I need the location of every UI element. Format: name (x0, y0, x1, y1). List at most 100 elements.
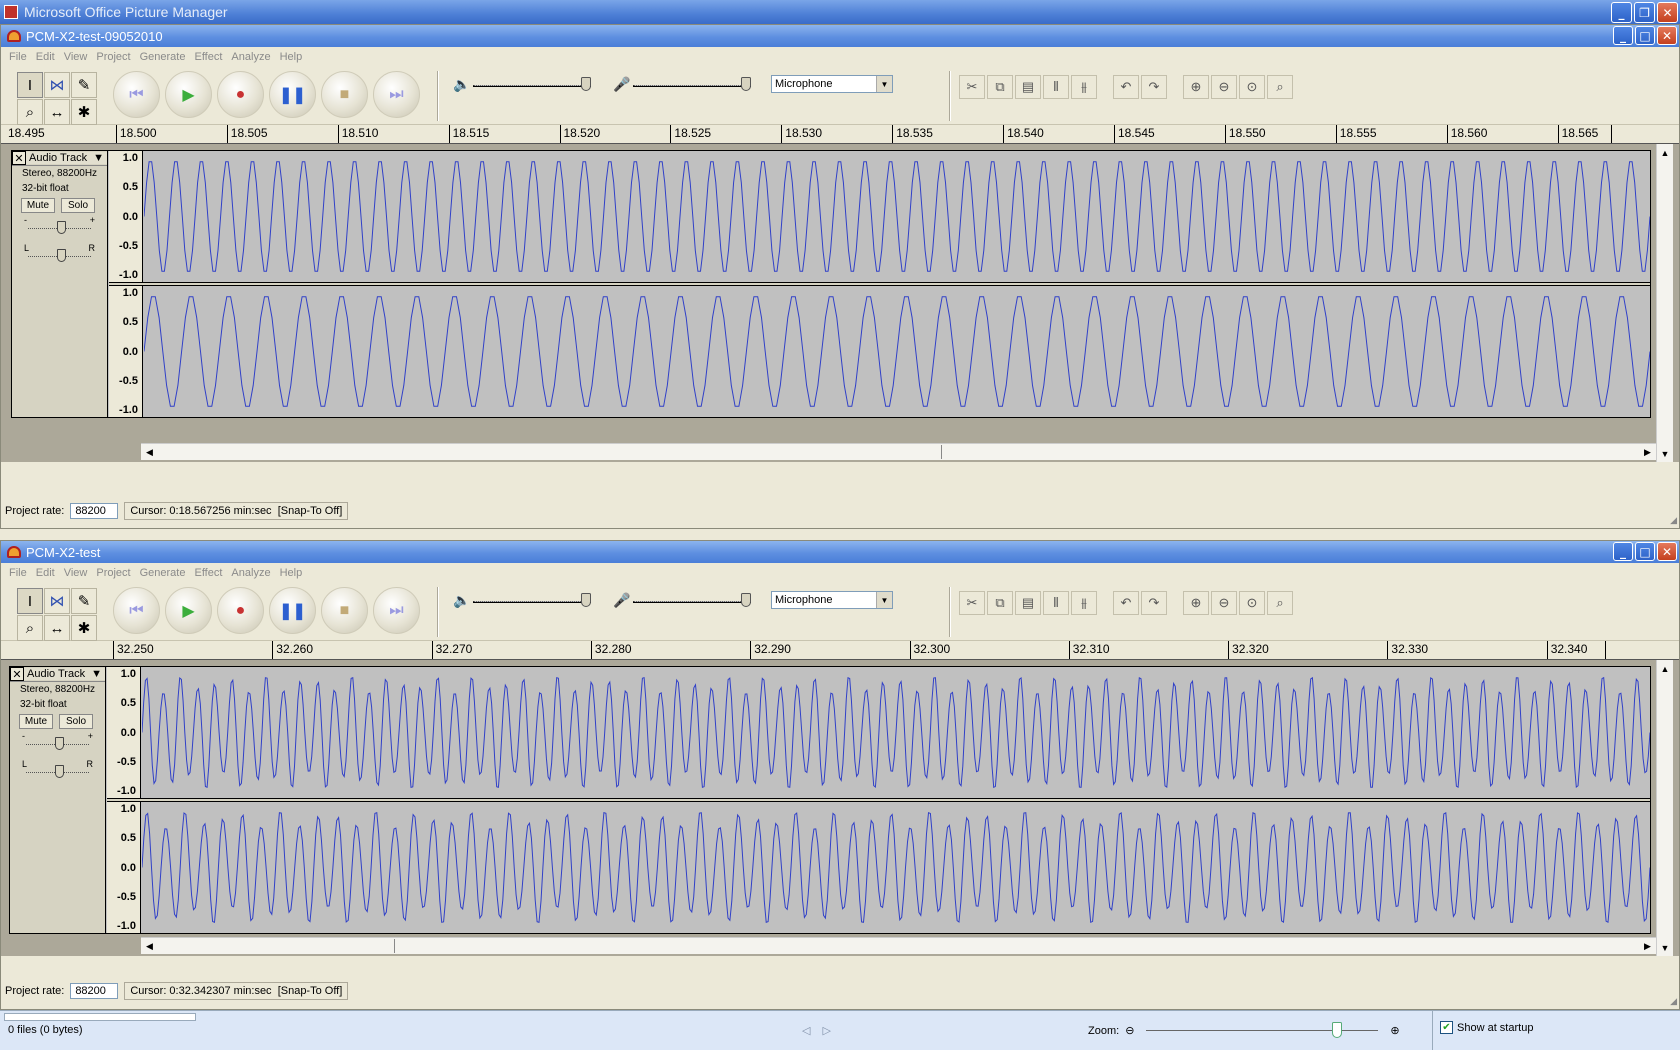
paste-icon[interactable]: ▤ (1015, 591, 1041, 615)
mute-button[interactable]: Mute (21, 198, 55, 213)
menu-project[interactable]: Project (96, 51, 130, 63)
input-volume-thumb[interactable] (741, 77, 751, 91)
multi-tool-icon[interactable]: ✱ (71, 615, 97, 641)
zoom-in-icon[interactable]: ⊕ (1390, 1024, 1399, 1037)
zoom-tool-icon[interactable]: ⌕ (17, 615, 43, 641)
close-button[interactable]: ✕ (1657, 26, 1677, 45)
timeline-ruler[interactable]: 18.495 18.500 18.505 18.510 18.515 18.520 18.5… (1, 125, 1679, 144)
menu-generate[interactable]: Generate (140, 51, 186, 63)
scroll-left-icon[interactable]: ◀ (141, 444, 158, 461)
pan-thumb[interactable] (55, 765, 64, 778)
undo-icon[interactable]: ↶ (1113, 75, 1139, 99)
pan-thumb[interactable] (57, 249, 66, 262)
zoom-tool-icon[interactable]: ⌕ (17, 99, 43, 125)
play-button[interactable]: ▶ (165, 587, 212, 634)
timeshift-tool-icon[interactable]: ↔ (44, 99, 70, 125)
silence-icon[interactable]: ⫵ (1071, 591, 1097, 615)
timeshift-tool-icon[interactable]: ↔ (44, 615, 70, 641)
envelope-tool-icon[interactable]: ⋈ (44, 72, 70, 98)
trim-icon[interactable]: ⫴ (1043, 591, 1069, 615)
gain-slider[interactable]: - + (24, 213, 95, 241)
scroll-left-icon[interactable]: ◀ (141, 938, 158, 955)
solo-button[interactable]: Solo (61, 198, 95, 213)
project-rate-input[interactable]: 88200 (70, 983, 119, 999)
horizontal-scrollbar[interactable]: ◀ ▶ (141, 937, 1656, 954)
output-volume-thumb[interactable] (581, 77, 591, 91)
input-volume-thumb[interactable] (741, 593, 751, 607)
resize-grip-icon[interactable]: ◢ (1670, 996, 1677, 1007)
resize-grip-icon[interactable]: ◢ (1670, 515, 1677, 526)
menu-analyze[interactable]: Analyze (231, 567, 270, 579)
menu-file[interactable]: File (9, 51, 27, 63)
skip-start-button[interactable]: ⏮ (113, 587, 160, 634)
selection-tool-icon[interactable]: I (17, 588, 43, 614)
redo-icon[interactable]: ↷ (1141, 591, 1167, 615)
pan-slider[interactable]: L R (22, 757, 93, 785)
menu-analyze[interactable]: Analyze (231, 51, 270, 63)
mute-button[interactable]: Mute (19, 714, 53, 729)
copy-icon[interactable]: ⧉ (987, 591, 1013, 615)
track-close-icon[interactable]: ✕ (10, 667, 24, 681)
fit-selection-icon[interactable]: ⊙ (1239, 591, 1265, 615)
pause-button[interactable]: ❚❚ (269, 587, 316, 634)
input-volume-slider[interactable] (633, 592, 751, 608)
multi-tool-icon[interactable]: ✱ (71, 99, 97, 125)
maximize-button[interactable]: □ (1635, 542, 1655, 561)
input-source-select[interactable]: Microphone ▼ (771, 591, 893, 609)
stop-button[interactable]: ■ (321, 71, 368, 118)
copy-icon[interactable]: ⧉ (987, 75, 1013, 99)
menu-edit[interactable]: Edit (36, 567, 55, 579)
zoom-slider-thumb[interactable] (1332, 1022, 1343, 1038)
minimize-button[interactable]: _ (1611, 2, 1632, 23)
scroll-up-icon[interactable]: ▲ (1657, 660, 1673, 677)
scroll-down-icon[interactable]: ▼ (1657, 939, 1673, 956)
file-filter-box[interactable] (4, 1013, 196, 1021)
scroll-down-icon[interactable]: ▼ (1657, 445, 1673, 462)
menu-view[interactable]: View (64, 51, 88, 63)
undo-icon[interactable]: ↶ (1113, 591, 1139, 615)
gain-slider[interactable]: - + (22, 729, 93, 757)
fit-project-icon[interactable]: ⌕ (1267, 591, 1293, 615)
waveform-channel-right[interactable] (142, 802, 1650, 933)
skip-end-button[interactable]: ⏭ (373, 71, 420, 118)
redo-icon[interactable]: ↷ (1141, 75, 1167, 99)
paste-icon[interactable]: ▤ (1015, 75, 1041, 99)
input-source-select[interactable]: Microphone ▼ (771, 75, 893, 93)
scroll-right-icon[interactable]: ▶ (1639, 938, 1656, 955)
show-at-startup[interactable]: ✔ Show at startup (1440, 1021, 1533, 1034)
menu-effect[interactable]: Effect (194, 51, 222, 63)
output-volume-slider[interactable] (473, 592, 591, 608)
fit-project-icon[interactable]: ⌕ (1267, 75, 1293, 99)
prev-arrow-icon[interactable]: ◁ (802, 1025, 822, 1037)
silence-icon[interactable]: ⫵ (1071, 75, 1097, 99)
gain-thumb[interactable] (57, 221, 66, 234)
next-arrow-icon[interactable]: ▷ (822, 1025, 842, 1037)
zoom-out-icon[interactable]: ⊖ (1211, 75, 1237, 99)
record-button[interactable]: ● (217, 587, 264, 634)
draw-tool-icon[interactable]: ✎ (71, 588, 97, 614)
waveform-channel-left[interactable] (142, 667, 1650, 798)
menu-project[interactable]: Project (96, 567, 130, 579)
pause-button[interactable]: ❚❚ (269, 71, 316, 118)
record-button[interactable]: ● (217, 71, 264, 118)
input-volume-slider[interactable] (633, 76, 751, 92)
cut-icon[interactable]: ✂ (959, 75, 985, 99)
restore-button[interactable]: ❐ (1634, 2, 1655, 23)
draw-tool-icon[interactable]: ✎ (71, 72, 97, 98)
scroll-right-icon[interactable]: ▶ (1639, 444, 1656, 461)
cut-icon[interactable]: ✂ (959, 591, 985, 615)
skip-end-button[interactable]: ⏭ (373, 587, 420, 634)
stop-button[interactable]: ■ (321, 587, 368, 634)
audio-track[interactable]: ✕ Audio Track ▼ Stereo, 88200Hz 32-bit fl… (9, 666, 1651, 934)
waveform-channel-right[interactable] (144, 286, 1650, 417)
fit-selection-icon[interactable]: ⊙ (1239, 75, 1265, 99)
selection-tool-icon[interactable]: I (17, 72, 43, 98)
output-volume-slider[interactable] (473, 76, 591, 92)
minimize-button[interactable]: _ (1613, 542, 1633, 561)
scroll-up-icon[interactable]: ▲ (1657, 144, 1673, 161)
menu-help[interactable]: Help (280, 51, 303, 63)
zoom-in-icon[interactable]: ⊕ (1183, 591, 1209, 615)
menu-generate[interactable]: Generate (140, 567, 186, 579)
close-button[interactable]: ✕ (1657, 542, 1677, 561)
page-nav[interactable]: ◁▷ (802, 1024, 843, 1037)
